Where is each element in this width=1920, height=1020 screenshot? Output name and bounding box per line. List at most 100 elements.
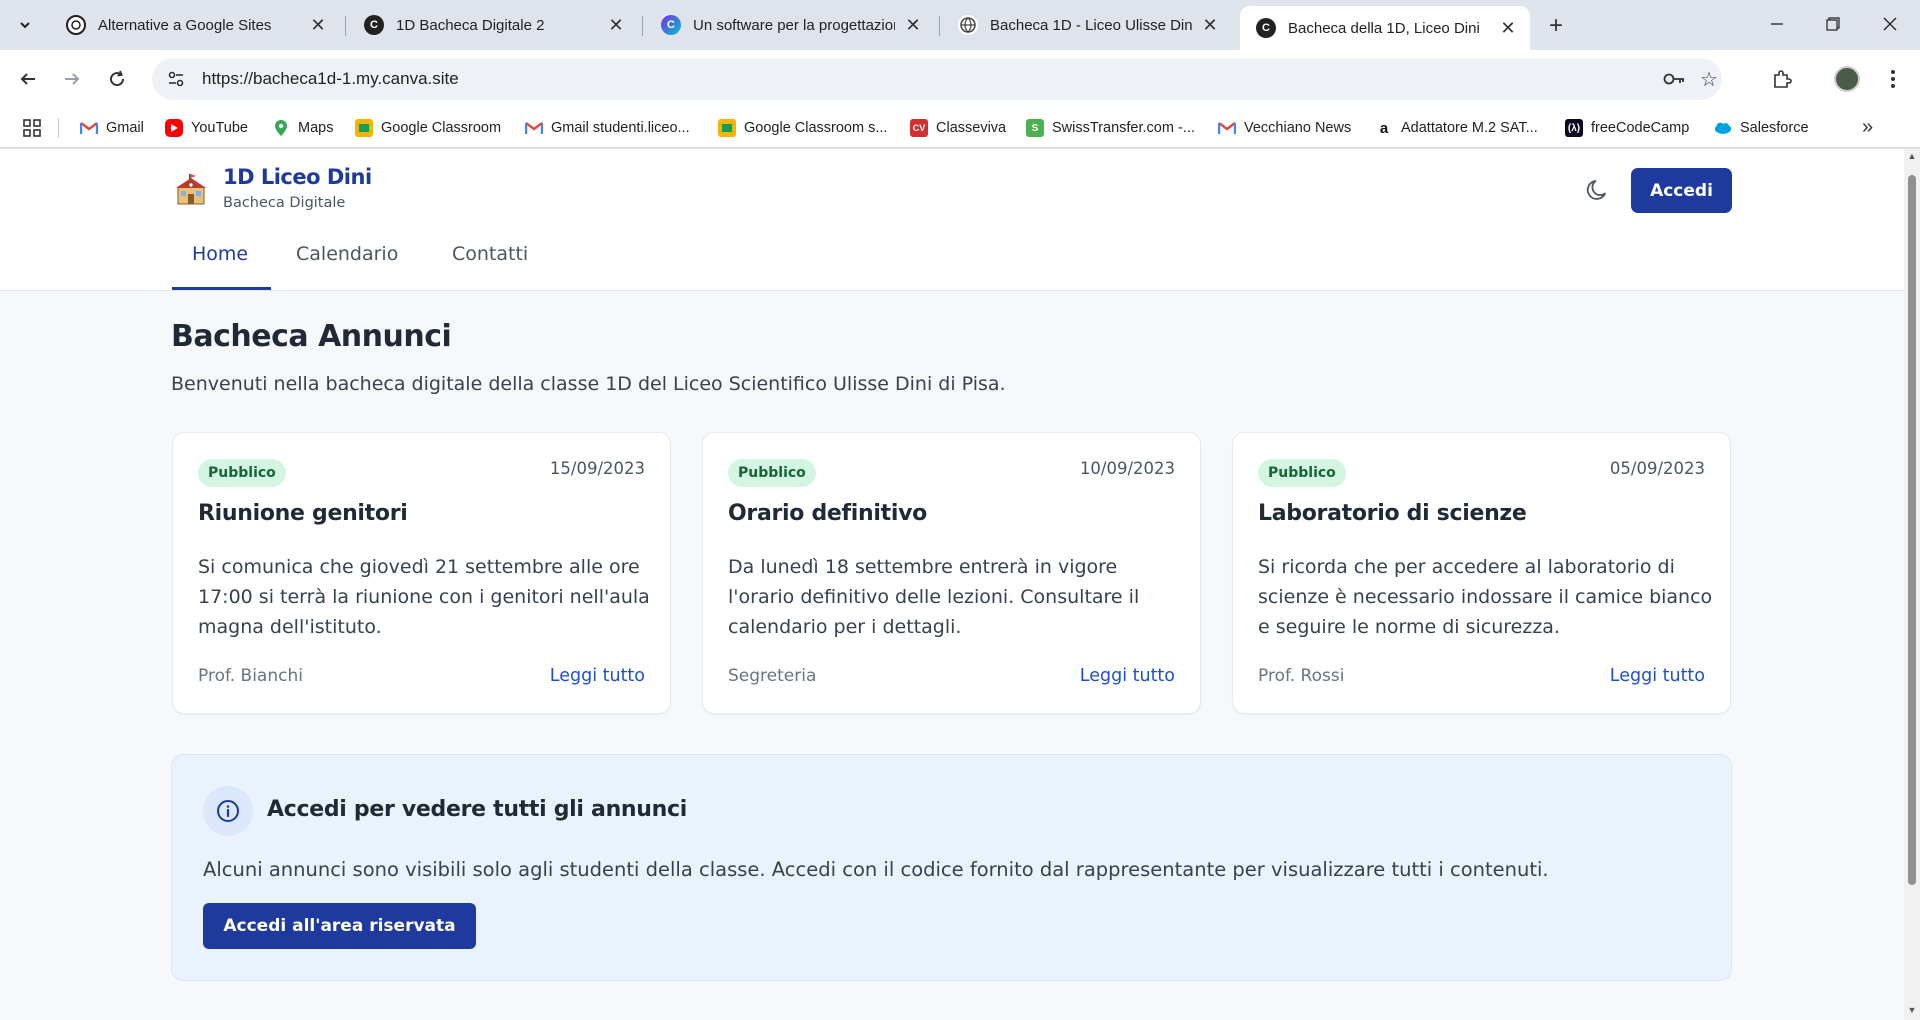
bookmark-classroom-s[interactable]: Google Classroom s... bbox=[718, 116, 887, 140]
new-tab-button[interactable]: + bbox=[1542, 12, 1570, 40]
extensions-button[interactable] bbox=[1765, 62, 1799, 96]
brand-title[interactable]: 1D Liceo Dini bbox=[223, 165, 372, 189]
bookmark-classroom[interactable]: Google Classroom bbox=[355, 116, 501, 140]
close-icon[interactable]: ✕ bbox=[308, 15, 328, 35]
close-icon[interactable]: ✕ bbox=[1200, 15, 1220, 35]
card-author: Prof. Rossi bbox=[1258, 666, 1345, 686]
puzzle-icon bbox=[1774, 70, 1792, 88]
card-author: Segreteria bbox=[728, 666, 817, 686]
tab-title: Un software per la progettazione bbox=[693, 16, 895, 34]
read-more-link[interactable]: Leggi tutto bbox=[1080, 666, 1175, 686]
salesforce-icon bbox=[1714, 119, 1732, 137]
card-date: 15/09/2023 bbox=[549, 459, 645, 478]
gmail-icon bbox=[525, 119, 543, 137]
browser-tab[interactable]: C 1D Bacheca Digitale 2 ✕ bbox=[348, 6, 638, 44]
kebab-menu-icon bbox=[1891, 70, 1895, 88]
close-window-button[interactable] bbox=[1870, 8, 1910, 40]
bookmark-label: YouTube bbox=[191, 120, 248, 136]
maps-icon bbox=[272, 119, 290, 137]
bookmark-label: Google Classroom s... bbox=[744, 120, 888, 136]
close-icon[interactable]: ✕ bbox=[1498, 18, 1518, 38]
classroom-icon bbox=[718, 119, 736, 137]
arrow-left-icon bbox=[20, 73, 35, 85]
browser-tab[interactable]: C Un software per la progettazione ✕ bbox=[645, 6, 935, 44]
scroll-up-icon[interactable]: ▲ bbox=[1907, 151, 1917, 161]
classeviva-icon: CV bbox=[910, 119, 928, 137]
address-bar[interactable]: https://bacheca1d-1.my.canva.site ☆ bbox=[152, 58, 1722, 100]
url-text[interactable]: https://bacheca1d-1.my.canva.site bbox=[202, 69, 459, 89]
openai-icon bbox=[66, 15, 86, 35]
scroll-down-icon[interactable]: ▼ bbox=[1907, 1005, 1917, 1015]
login-button[interactable]: Accedi bbox=[1631, 168, 1732, 213]
menu-button[interactable] bbox=[1876, 62, 1910, 96]
site-header: 1D Liceo Dini Bacheca Digitale Accedi Ho… bbox=[0, 149, 1904, 291]
bookmark-maps[interactable]: Maps bbox=[272, 116, 333, 140]
site-settings-icon[interactable] bbox=[166, 69, 186, 89]
gmail-icon bbox=[1218, 119, 1236, 137]
bookmark-gmail[interactable]: Gmail bbox=[80, 116, 144, 140]
more-bookmarks-icon[interactable]: » bbox=[1862, 116, 1873, 139]
browser-tab-active[interactable]: C Bacheca della 1D, Liceo Dini ✕ bbox=[1240, 6, 1530, 50]
bookmark-label: SwissTransfer.com -... bbox=[1052, 120, 1195, 136]
arrow-right-icon bbox=[65, 73, 80, 85]
page-scrollbar[interactable]: ▲ ▼ bbox=[1904, 149, 1920, 1020]
bookmark-vecchiano-news[interactable]: Vecchiano News bbox=[1218, 116, 1351, 140]
youtube-icon bbox=[165, 119, 183, 137]
card-date: 10/09/2023 bbox=[1079, 459, 1175, 478]
bookmarks-separator bbox=[58, 118, 59, 138]
profile-button[interactable] bbox=[1830, 62, 1864, 96]
bookmark-label: Vecchiano News bbox=[1244, 120, 1352, 136]
bookmark-label: Gmail studenti.liceo... bbox=[551, 120, 690, 136]
browser-tab[interactable]: Bacheca 1D - Liceo Ulisse Dini ✕ bbox=[942, 6, 1232, 44]
back-button[interactable] bbox=[11, 62, 45, 96]
close-icon[interactable]: ✕ bbox=[903, 15, 923, 35]
visibility-badge: Pubblico bbox=[198, 459, 286, 487]
school-building-icon bbox=[176, 174, 206, 205]
announcement-card: Pubblico 05/09/2023 Laboratorio di scien… bbox=[1232, 432, 1731, 714]
bookmark-classeviva[interactable]: CV Classeviva bbox=[910, 116, 1006, 140]
close-icon[interactable]: ✕ bbox=[606, 15, 626, 35]
read-more-link[interactable]: Leggi tutto bbox=[550, 666, 645, 686]
info-title: Accedi per vedere tutti gli annunci bbox=[267, 797, 687, 822]
reserved-area-button[interactable]: Accedi all'area riservata bbox=[203, 903, 476, 949]
scrollbar-thumb[interactable] bbox=[1908, 175, 1916, 885]
minimize-button[interactable] bbox=[1757, 8, 1797, 40]
tab-title: 1D Bacheca Digitale 2 bbox=[396, 16, 545, 34]
bookmark-label: Adattatore M.2 SAT... bbox=[1401, 120, 1538, 136]
nav-tab-contatti[interactable]: Contatti bbox=[452, 229, 528, 274]
bookmark-amazon[interactable]: a Adattatore M.2 SAT... bbox=[1375, 116, 1538, 140]
browser-tab-strip: Alternative a Google Sites ✕ C 1D Bachec… bbox=[0, 0, 1920, 50]
bookmark-swisstransfer[interactable]: S SwissTransfer.com -... bbox=[1026, 116, 1195, 140]
reload-icon bbox=[110, 70, 125, 87]
chevron-down-icon bbox=[20, 22, 30, 29]
read-more-link[interactable]: Leggi tutto bbox=[1610, 666, 1705, 686]
browser-tab[interactable]: Alternative a Google Sites ✕ bbox=[50, 6, 340, 44]
info-text: Alcuni annunci sono visibili solo agli s… bbox=[203, 858, 1549, 881]
nav-tab-home[interactable]: Home bbox=[192, 229, 248, 274]
bookmark-gmail-studenti[interactable]: Gmail studenti.liceo... bbox=[525, 116, 690, 140]
card-body: Si ricorda che per accedere al laborator… bbox=[1258, 556, 1713, 638]
minimize-icon bbox=[1771, 23, 1783, 25]
moon-icon[interactable] bbox=[1585, 177, 1611, 203]
active-tab-indicator bbox=[172, 287, 271, 290]
card-title: Riunione genitori bbox=[198, 501, 408, 526]
tab-search-button[interactable] bbox=[10, 10, 40, 40]
forward-button[interactable] bbox=[55, 62, 89, 96]
restore-button[interactable] bbox=[1813, 8, 1853, 40]
canva-c-icon: C bbox=[1256, 18, 1276, 38]
card-body: Si comunica che giovedì 21 settembre all… bbox=[198, 556, 650, 638]
bookmark-salesforce[interactable]: Salesforce bbox=[1714, 116, 1809, 140]
classroom-icon bbox=[355, 119, 373, 137]
reload-button[interactable] bbox=[100, 62, 134, 96]
password-key-icon[interactable] bbox=[1657, 58, 1691, 100]
tab-title: Bacheca della 1D, Liceo Dini bbox=[1288, 19, 1480, 37]
freecodecamp-icon: (λ) bbox=[1565, 119, 1583, 137]
nav-tab-calendario[interactable]: Calendario bbox=[296, 229, 398, 274]
page-intro: Benvenuti nella bacheca digitale della c… bbox=[171, 373, 1006, 395]
browser-toolbar: https://bacheca1d-1.my.canva.site ☆ bbox=[0, 50, 1920, 108]
bookmark-freecodecamp[interactable]: (λ) freeCodeCamp bbox=[1565, 116, 1689, 140]
bookmark-youtube[interactable]: YouTube bbox=[165, 116, 248, 140]
bookmark-star-icon[interactable]: ☆ bbox=[1692, 58, 1726, 100]
apps-grid-icon[interactable] bbox=[22, 118, 42, 138]
restore-icon bbox=[1826, 17, 1840, 31]
